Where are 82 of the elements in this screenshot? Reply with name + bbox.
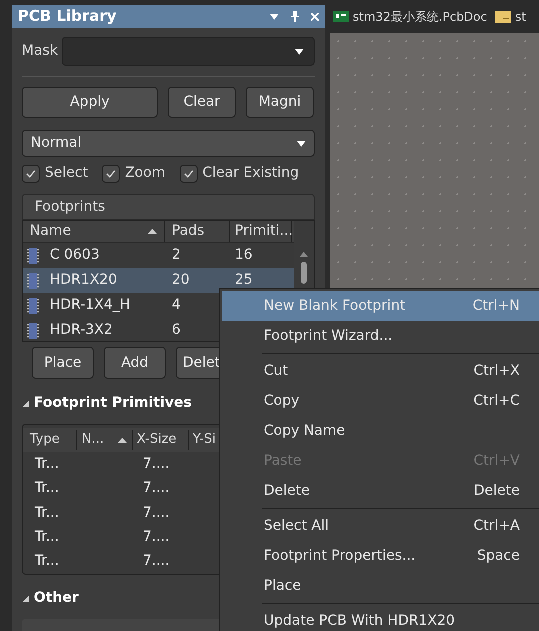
footprint-row[interactable]: C 0603 2 16 bbox=[23, 243, 294, 268]
type-cell: Tr... bbox=[35, 456, 60, 472]
pin-icon[interactable] bbox=[291, 11, 299, 22]
footprint-button[interactable]: Add bbox=[104, 347, 166, 379]
menu-item[interactable]: Delete Delete bbox=[222, 476, 539, 506]
column-header[interactable]: Type bbox=[23, 430, 77, 450]
shortcut-label: Space bbox=[477, 546, 520, 566]
chip-icon bbox=[27, 272, 39, 288]
board-icon bbox=[333, 11, 349, 22]
column-header[interactable]: Pads bbox=[165, 221, 230, 242]
x-size-cell: 7.... bbox=[143, 480, 170, 496]
footprint-name: C 0603 bbox=[50, 246, 100, 265]
shortcut-label: Ctrl+A bbox=[474, 516, 520, 536]
section-title: Footprint Primitives bbox=[34, 394, 192, 413]
scroll-thumb[interactable] bbox=[301, 262, 307, 284]
column-header[interactable]: N... bbox=[77, 430, 133, 450]
type-cell: Tr... bbox=[35, 480, 60, 496]
document-tab[interactable]: st bbox=[495, 8, 526, 26]
sort-icon bbox=[148, 229, 157, 234]
chip-icon bbox=[27, 248, 39, 264]
dropdown-icon bbox=[297, 140, 306, 146]
action-button[interactable]: Magni bbox=[246, 87, 314, 118]
sort-icon bbox=[118, 438, 127, 443]
check-icon bbox=[26, 170, 36, 178]
menu-item[interactable]: Place bbox=[222, 571, 539, 601]
close-icon[interactable] bbox=[311, 12, 319, 20]
chip-icon bbox=[27, 322, 39, 338]
type-cell: Tr... bbox=[35, 553, 60, 570]
checkbox-label: Clear Existing bbox=[202, 164, 300, 183]
menu-item[interactable]: Select All Ctrl+A bbox=[222, 511, 539, 541]
collapse-icon[interactable] bbox=[22, 400, 30, 408]
footprint-name: HDR-1X4_H bbox=[50, 296, 130, 315]
checkbox[interactable] bbox=[22, 164, 40, 182]
pads-cell: 4 bbox=[172, 297, 181, 313]
menu-item[interactable]: Footprint Properties... Space bbox=[222, 541, 539, 571]
checkbox[interactable] bbox=[102, 164, 120, 182]
footprint-name: HDR-3X2 bbox=[50, 321, 113, 340]
dropdown-icon[interactable] bbox=[270, 14, 279, 20]
footprint-button[interactable]: Place bbox=[32, 347, 94, 379]
type-cell: Tr... bbox=[35, 528, 60, 545]
menu-item[interactable]: Update PCB With HDR1X20 bbox=[222, 606, 539, 631]
check-icon bbox=[106, 170, 116, 178]
check-icon bbox=[184, 170, 194, 178]
shortcut-label: Ctrl+X bbox=[474, 362, 520, 380]
column-header[interactable]: Y-Si bbox=[189, 430, 220, 450]
column-header[interactable]: X-Size bbox=[133, 430, 189, 450]
collapse-icon[interactable] bbox=[22, 594, 30, 602]
action-button[interactable]: Apply bbox=[22, 87, 158, 118]
footprint-name: HDR1X20 bbox=[50, 271, 118, 290]
x-size-cell: 7.... bbox=[143, 456, 170, 472]
x-size-cell: 7.... bbox=[143, 528, 170, 545]
menu-item[interactable]: Copy Ctrl+C bbox=[222, 386, 539, 416]
checkbox-label: Zoom bbox=[125, 164, 166, 183]
pads-cell: 2 bbox=[172, 247, 181, 263]
primitives-cell: 25 bbox=[235, 272, 253, 288]
checkbox-label: Select bbox=[45, 164, 88, 183]
shortcut-label: Ctrl+C bbox=[474, 392, 520, 410]
shortcut-label: Delete bbox=[474, 482, 520, 500]
primitives-cell: 16 bbox=[235, 247, 253, 263]
pads-cell: 6 bbox=[172, 322, 181, 338]
scroll-up-icon[interactable] bbox=[300, 252, 308, 257]
footprints-header: Footprints bbox=[22, 194, 315, 220]
checkbox[interactable] bbox=[180, 164, 198, 182]
x-size-cell: 7.... bbox=[143, 504, 170, 521]
mode-combo[interactable]: Normal bbox=[22, 130, 315, 157]
dropdown-icon bbox=[295, 48, 304, 54]
pads-cell: 20 bbox=[172, 272, 190, 288]
section-title: Other bbox=[34, 589, 79, 608]
action-button[interactable]: Clear bbox=[168, 87, 236, 118]
column-header[interactable]: Primiti... bbox=[230, 221, 292, 242]
chip-icon bbox=[27, 298, 39, 314]
column-header[interactable]: Name bbox=[23, 221, 165, 242]
footprint-row[interactable]: HDR1X20 20 25 bbox=[23, 268, 294, 293]
document-tab[interactable]: stm32最小系统.PcbDoc bbox=[333, 8, 488, 26]
mask-label: Mask bbox=[22, 42, 58, 61]
shortcut-label: Ctrl+V bbox=[474, 452, 520, 470]
type-cell: Tr... bbox=[35, 504, 60, 521]
shortcut-label: Ctrl+N bbox=[472, 296, 520, 316]
panel-title: PCB Library bbox=[18, 6, 118, 28]
menu-item[interactable]: Copy Name bbox=[222, 416, 539, 446]
x-size-cell: 7.... bbox=[143, 553, 170, 570]
folder-icon bbox=[495, 10, 512, 22]
